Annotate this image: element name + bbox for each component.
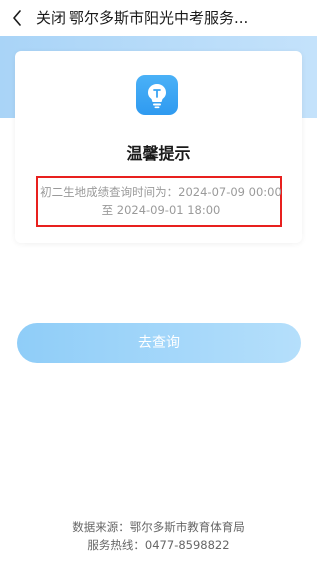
data-source-text: 数据来源：鄂尔多斯市教育体育局: [72, 520, 245, 534]
notice-highlight: 初二生地成绩查询时间为：2024-07-09 00:00 至 2024-09-0…: [36, 176, 282, 227]
notice-text-line-2: 至 2024-09-01 18:00: [101, 203, 221, 217]
notice-text-line-1: 初二生地成绩查询时间为：2024-07-09 00:00: [40, 185, 282, 199]
service-hotline-text: 服务热线：0477-8598822: [87, 538, 230, 552]
footer: 数据来源：鄂尔多斯市教育体育局 服务热线：0477-8598822: [0, 518, 317, 554]
chevron-left-icon: [13, 10, 21, 26]
query-button[interactable]: 去查询: [17, 323, 301, 363]
close-button[interactable]: 关闭: [36, 8, 66, 28]
page-title: 鄂尔多斯市阳光中考服务...: [69, 9, 249, 27]
nav-bar: 关闭 鄂尔多斯市阳光中考服务...: [0, 0, 317, 36]
back-button[interactable]: [9, 9, 25, 27]
notice-card: 温馨提示 初二生地成绩查询时间为：2024-07-09 00:00 至 2024…: [15, 51, 302, 243]
card-title: 温馨提示: [126, 144, 191, 163]
lightbulb-icon: [136, 75, 178, 115]
